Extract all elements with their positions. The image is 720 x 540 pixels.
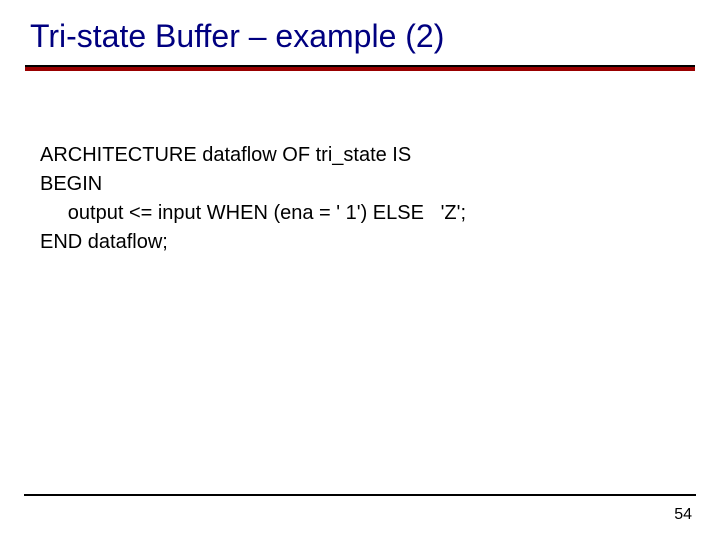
page-number: 54 (674, 506, 692, 524)
title-underline (25, 65, 695, 71)
code-line-1: ARCHITECTURE dataflow OF tri_state IS (40, 141, 720, 170)
code-line-2: BEGIN (40, 170, 720, 199)
code-line-3: output <= input WHEN (ena = ' 1') ELSE '… (40, 199, 720, 228)
slide-title: Tri-state Buffer – example (2) (0, 0, 720, 65)
code-line-4: END dataflow; (40, 228, 720, 257)
code-block: ARCHITECTURE dataflow OF tri_state IS BE… (40, 141, 720, 257)
footer-line (24, 494, 696, 496)
